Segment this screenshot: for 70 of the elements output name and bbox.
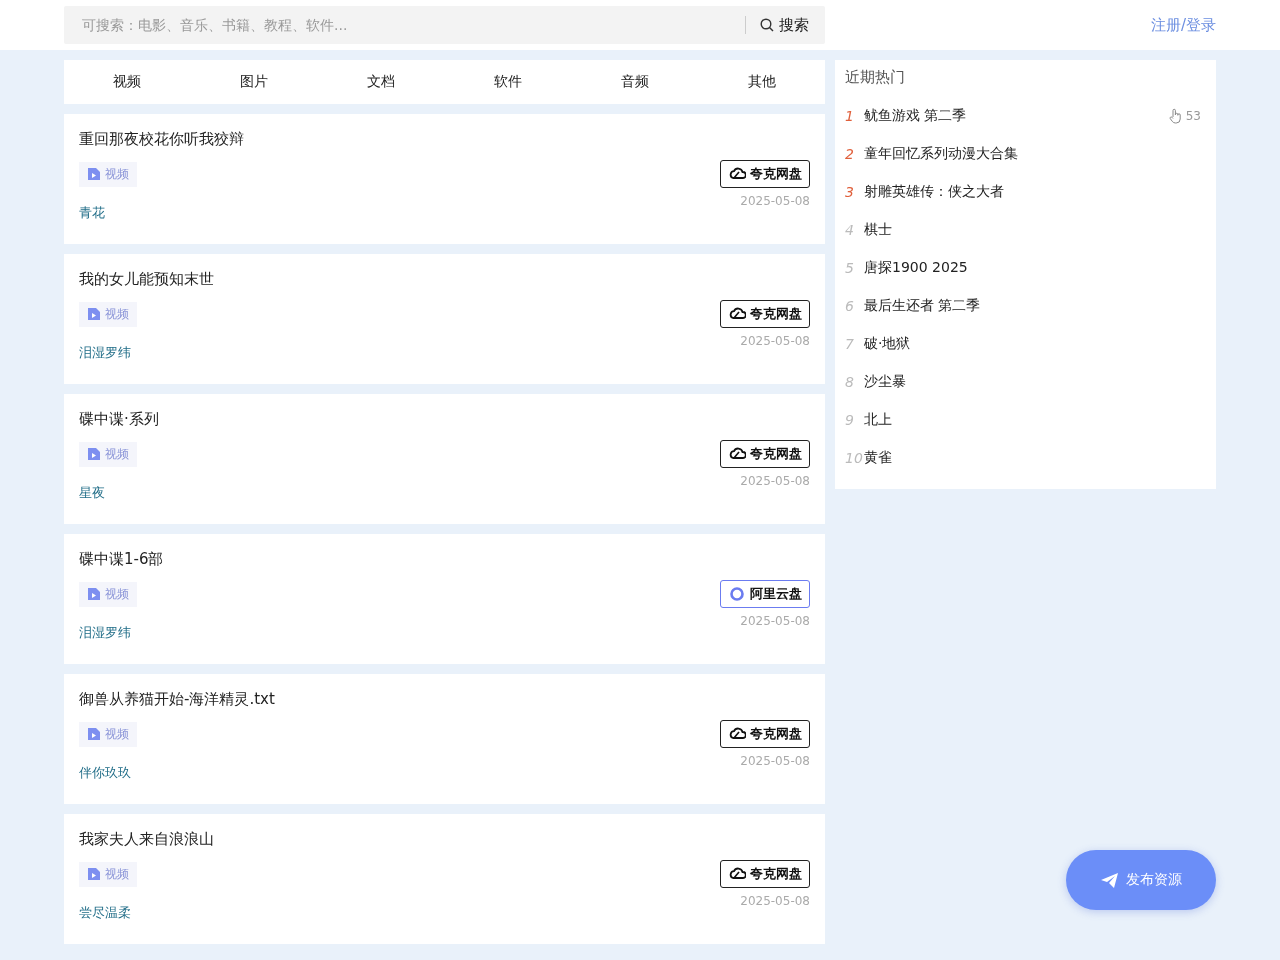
search-icon bbox=[760, 18, 774, 32]
hot-item-link[interactable]: 黄雀 bbox=[864, 449, 1206, 467]
post-date: 2025-05-08 bbox=[740, 614, 810, 628]
video-file-icon bbox=[87, 167, 101, 181]
author-link[interactable]: 泪湿罗纬 bbox=[79, 344, 131, 362]
hot-item-link[interactable]: 棋士 bbox=[864, 221, 1206, 239]
cloud-drive-button[interactable]: 夸克网盘 bbox=[720, 440, 810, 468]
category-tab[interactable]: 其他 bbox=[698, 72, 825, 92]
resource-title[interactable]: 重回那夜校花你听我狡辩 bbox=[79, 130, 810, 149]
resource-title[interactable]: 御兽从养猫开始-海洋精灵.txt bbox=[79, 690, 810, 709]
post-date: 2025-05-08 bbox=[740, 194, 810, 208]
cloud-drive-button[interactable]: 夸克网盘 bbox=[720, 860, 810, 888]
rank-number: 8 bbox=[845, 374, 855, 390]
post-date: 2025-05-08 bbox=[740, 754, 810, 768]
search-field[interactable]: 可搜索：电影、音乐、书籍、教程、软件... 搜索 bbox=[64, 6, 825, 44]
hot-item-link[interactable]: 破·地狱 bbox=[864, 335, 1206, 353]
hot-item-link[interactable]: 射雕英雄传：侠之大者 bbox=[864, 183, 1206, 201]
category-tab[interactable]: 软件 bbox=[444, 72, 572, 92]
category-tab[interactable]: 文档 bbox=[317, 72, 445, 92]
hot-item-link[interactable]: 最后生还者 第二季 bbox=[864, 297, 1206, 315]
hot-item-link[interactable]: 沙尘暴 bbox=[864, 373, 1206, 391]
rank-number: 10 bbox=[845, 450, 864, 466]
author-link[interactable]: 伴你玖玖 bbox=[79, 764, 131, 782]
rank-number: 6 bbox=[845, 298, 855, 314]
category-tag: 视频 bbox=[79, 441, 137, 467]
video-file-icon bbox=[87, 307, 101, 321]
rank-number: 4 bbox=[845, 222, 855, 238]
search-button[interactable]: 搜索 bbox=[760, 15, 809, 35]
cloud-drive-button[interactable]: 夸克网盘 bbox=[720, 160, 810, 188]
rank-number: 3 bbox=[845, 184, 855, 200]
resource-title[interactable]: 我家夫人来自浪浪山 bbox=[79, 830, 810, 849]
panel-title: 近期热门 bbox=[845, 68, 906, 87]
resource-title[interactable]: 碟中谍1-6部 bbox=[79, 550, 810, 569]
video-file-icon bbox=[87, 867, 101, 881]
category-tag: 视频 bbox=[79, 861, 137, 887]
author-link[interactable]: 青花 bbox=[79, 204, 105, 222]
ring-icon bbox=[728, 585, 746, 603]
pointer-hand-icon bbox=[1168, 108, 1183, 124]
rank-number: 9 bbox=[845, 412, 855, 428]
hot-item-link[interactable]: 唐探1900 2025 bbox=[864, 259, 1206, 277]
rank-number: 7 bbox=[845, 336, 855, 352]
category-tag: 视频 bbox=[79, 581, 137, 607]
cloud-drive-button[interactable]: 夸克网盘 bbox=[720, 720, 810, 748]
paper-plane-icon bbox=[1100, 872, 1118, 888]
hot-item-link[interactable]: 童年回忆系列动漫大合集 bbox=[864, 145, 1206, 163]
hot-item-link[interactable]: 鱿鱼游戏 第二季 bbox=[864, 107, 1169, 125]
category-tag: 视频 bbox=[79, 301, 137, 327]
post-date: 2025-05-08 bbox=[740, 474, 810, 488]
resource-title[interactable]: 我的女儿能预知末世 bbox=[79, 270, 810, 289]
rank-number: 5 bbox=[845, 260, 855, 276]
click-count: 53 bbox=[1168, 108, 1201, 124]
cloud-drive-button[interactable]: 夸克网盘 bbox=[720, 300, 810, 328]
author-link[interactable]: 尝尽温柔 bbox=[79, 904, 131, 922]
resource-title[interactable]: 碟中谍·系列 bbox=[79, 410, 810, 429]
rank-number: 2 bbox=[845, 146, 855, 162]
video-file-icon bbox=[87, 587, 101, 601]
post-date: 2025-05-08 bbox=[740, 894, 810, 908]
category-tag: 视频 bbox=[79, 721, 137, 747]
rank-number: 1 bbox=[845, 108, 855, 124]
category-tab[interactable]: 图片 bbox=[190, 72, 318, 92]
category-tag: 视频 bbox=[79, 161, 137, 187]
post-date: 2025-05-08 bbox=[740, 334, 810, 348]
cloud-drive-button[interactable]: 阿里云盘 bbox=[720, 580, 810, 608]
author-link[interactable]: 星夜 bbox=[79, 484, 105, 502]
video-file-icon bbox=[87, 447, 101, 461]
author-link[interactable]: 泪湿罗纬 bbox=[79, 624, 131, 642]
category-tab[interactable]: 视频 bbox=[64, 72, 191, 92]
hot-item-link[interactable]: 北上 bbox=[864, 411, 1206, 429]
video-file-icon bbox=[87, 727, 101, 741]
category-tab[interactable]: 音频 bbox=[571, 72, 699, 92]
